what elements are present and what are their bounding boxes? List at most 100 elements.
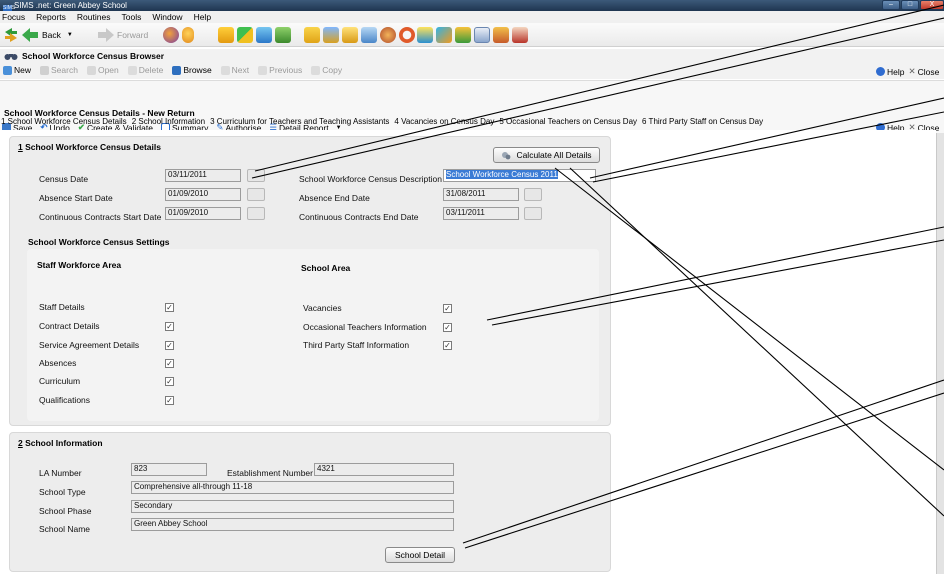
contract-details-checkbox[interactable]: ✓ xyxy=(165,322,174,331)
browse-button[interactable]: Browse xyxy=(172,65,212,75)
description-label: School Workforce Census Description xyxy=(299,174,442,184)
school-name-label: School Name xyxy=(39,524,91,534)
help-icon xyxy=(876,67,885,76)
absence-end-field[interactable]: 31/08/2011 xyxy=(443,188,519,201)
vacancies-label: Vacancies xyxy=(303,303,342,313)
module-icons-group-1 xyxy=(163,27,194,43)
report-icon[interactable] xyxy=(304,27,320,43)
flag-icon[interactable] xyxy=(237,27,253,43)
module-icons-group-5 xyxy=(474,27,528,43)
description-field[interactable]: School Workforce Census 2011 xyxy=(443,169,596,182)
section1-heading: 1 School Workforce Census Details xyxy=(18,142,161,152)
curriculum-checkbox[interactable]: ✓ xyxy=(165,377,174,386)
book-icon[interactable] xyxy=(218,27,234,43)
envelope-icon[interactable] xyxy=(474,27,490,43)
title-bar: SIMSSIMS .net: Green Abbey School xyxy=(0,0,944,12)
contracts-start-calendar-icon[interactable] xyxy=(247,207,265,220)
messaging-icon[interactable] xyxy=(455,27,471,43)
close-window-button[interactable]: X xyxy=(920,0,944,10)
calculate-all-details-label: Calculate All Details xyxy=(516,150,592,160)
contracts-start-label: Continuous Contracts Start Date xyxy=(39,212,162,222)
calculate-all-details-button[interactable]: Calculate All Details xyxy=(493,147,600,163)
fees-icon[interactable] xyxy=(436,27,452,43)
qualifications-label: Qualifications xyxy=(39,395,91,405)
back-label: Back xyxy=(42,30,61,40)
vacancies-checkbox[interactable]: ✓ xyxy=(443,304,452,313)
staff-details-checkbox[interactable]: ✓ xyxy=(165,303,174,312)
menu-help[interactable]: Help xyxy=(194,11,211,23)
school-detail-button[interactable]: School Detail xyxy=(385,547,455,563)
maximize-button[interactable]: □ xyxy=(901,0,919,10)
tab-third-party-staff[interactable]: 6 Third Party Staff on Census Day xyxy=(642,117,763,129)
delete-icon xyxy=(127,65,137,75)
timetable-icon[interactable] xyxy=(275,27,291,43)
school-phase-field: Secondary xyxy=(131,500,454,513)
forward-button[interactable]: Forward xyxy=(98,28,148,42)
delete-button[interactable]: Delete xyxy=(127,65,163,75)
forward-label: Forward xyxy=(117,30,149,40)
absences-checkbox[interactable]: ✓ xyxy=(165,359,174,368)
next-button[interactable]: Next xyxy=(220,65,249,75)
browser-header: School Workforce Census Browser New Sear… xyxy=(0,49,944,79)
open-label: Open xyxy=(97,65,119,75)
browser-help-close: Help ✕ Close xyxy=(876,66,939,77)
contract-details-label: Contract Details xyxy=(39,321,100,331)
school-area-title: School Area xyxy=(301,263,351,273)
menu-reports[interactable]: Reports xyxy=(36,11,66,23)
previous-arrow-icon xyxy=(258,65,268,75)
edit-icon[interactable] xyxy=(361,27,377,43)
third-party-staff-checkbox[interactable]: ✓ xyxy=(443,341,452,350)
vertical-scrollbar[interactable] xyxy=(936,133,944,574)
person-icon[interactable] xyxy=(182,27,194,43)
tab-vacancies[interactable]: 4 Vacancies on Census Day xyxy=(394,117,494,129)
people-icon[interactable] xyxy=(163,27,179,43)
copy-button[interactable]: Copy xyxy=(311,65,342,75)
assessment-icon[interactable] xyxy=(256,27,272,43)
census-date-calendar-icon[interactable] xyxy=(247,169,265,182)
menu-routines[interactable]: Routines xyxy=(77,11,111,23)
contracts-end-calendar-icon[interactable] xyxy=(524,207,542,220)
browser-help-button[interactable]: Help xyxy=(876,67,904,77)
absence-start-field[interactable]: 01/09/2010 xyxy=(165,188,241,201)
menu-focus[interactable]: Focus xyxy=(2,11,25,23)
back-button[interactable]: Back ▼ xyxy=(22,28,73,42)
menu-tools[interactable]: Tools xyxy=(121,11,141,23)
contracts-end-field[interactable]: 03/11/2011 xyxy=(443,207,519,220)
absence-end-calendar-icon[interactable] xyxy=(524,188,542,201)
qualifications-checkbox[interactable]: ✓ xyxy=(165,396,174,405)
absence-start-calendar-icon[interactable] xyxy=(247,188,265,201)
census-date-field[interactable]: 03/11/2011 xyxy=(165,169,241,182)
contacts-icon[interactable] xyxy=(512,27,528,43)
absence-start-label: Absence Start Date xyxy=(39,193,113,203)
module-icons-group-2 xyxy=(218,27,291,43)
window-title: SIMS .net: Green Abbey School xyxy=(14,1,127,10)
main-toolbar: Back ▼ Forward xyxy=(0,23,944,47)
tab-curriculum[interactable]: 3 Curriculum for Teachers and Teaching A… xyxy=(210,117,389,129)
browse-label: Browse xyxy=(183,65,212,75)
search-button[interactable]: Search xyxy=(40,65,78,75)
group-icon[interactable] xyxy=(380,27,396,43)
tab-occasional-teachers[interactable]: 5 Occasional Teachers on Census Day xyxy=(499,117,637,129)
open-button[interactable]: Open xyxy=(86,65,119,75)
minimize-button[interactable]: – xyxy=(882,0,900,10)
browser-close-button[interactable]: ✕ Close xyxy=(908,66,939,77)
occasional-teachers-checkbox[interactable]: ✓ xyxy=(443,323,452,332)
back-dropdown-icon[interactable]: ▼ xyxy=(67,32,73,38)
copy-icon xyxy=(311,65,321,75)
switch-arrows-icon[interactable] xyxy=(4,27,18,43)
census-date-label: Census Date xyxy=(39,174,89,184)
service-agreement-checkbox[interactable]: ✓ xyxy=(165,341,174,350)
clock-icon[interactable] xyxy=(399,27,415,43)
absences-label: Absences xyxy=(39,358,77,368)
documents-icon[interactable] xyxy=(417,27,433,43)
tab-census-details[interactable]: 1 School Workforce Census Details xyxy=(1,117,127,129)
menu-window[interactable]: Window xyxy=(152,11,182,23)
notes-icon[interactable] xyxy=(342,27,358,43)
mailbox-icon[interactable] xyxy=(493,27,509,43)
previous-button[interactable]: Previous xyxy=(258,65,302,75)
new-button[interactable]: New xyxy=(3,65,31,75)
tab-school-information[interactable]: 2 School Information xyxy=(132,117,205,129)
contracts-start-field[interactable]: 01/09/2010 xyxy=(165,207,241,220)
attendance-icon[interactable] xyxy=(323,27,339,43)
browser-title: School Workforce Census Browser xyxy=(22,51,165,61)
